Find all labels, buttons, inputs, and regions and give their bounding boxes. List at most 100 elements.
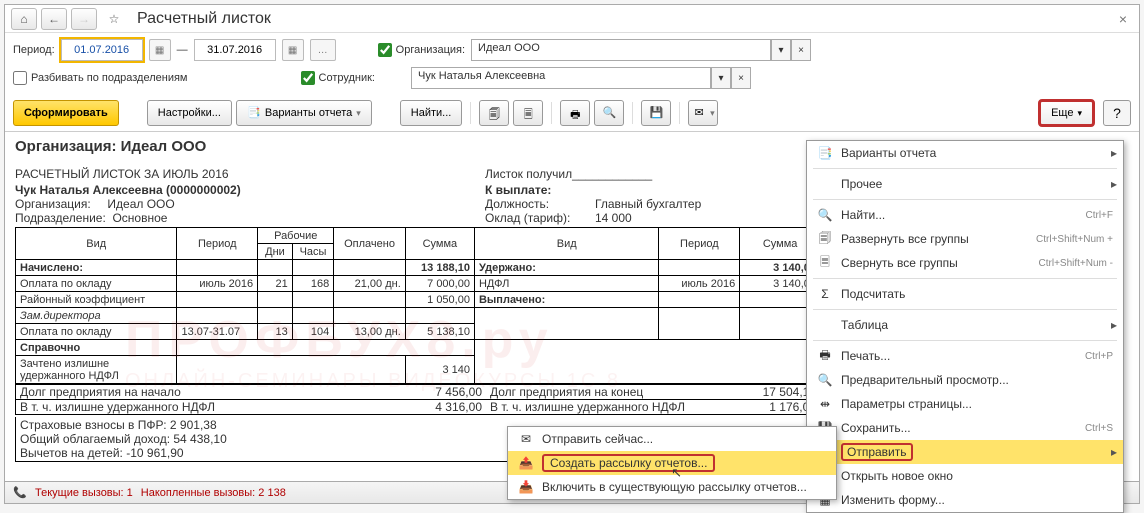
r1d: 21 xyxy=(258,276,293,292)
r1s: 7 000,00 xyxy=(405,276,474,292)
collapse-all-button[interactable]: 🗏 xyxy=(513,100,543,126)
r4paid: 13,00 дн. xyxy=(334,324,406,340)
r-sal-lbl: Оклад (тариф): xyxy=(485,211,595,225)
calendar-to-button[interactable]: ▦ xyxy=(282,39,304,61)
org-dropdown-button[interactable]: ▾ xyxy=(771,39,791,61)
variants-button[interactable]: 📑Варианты отчета ▾ xyxy=(236,100,372,126)
r-sal-v: 14 000 xyxy=(595,211,632,225)
collapse-all-icon: 🗏 xyxy=(820,253,830,274)
close-button[interactable]: × xyxy=(1113,11,1133,27)
dd-expand-lbl: Развернуть все группы xyxy=(841,232,969,246)
report-dist-icon: 📤 xyxy=(519,456,534,470)
th-vid-r: Вид xyxy=(474,228,659,260)
more-button[interactable]: Еще ▾ xyxy=(1038,99,1095,127)
chevron-right-icon: ▸ xyxy=(1111,146,1117,160)
dd-preview[interactable]: 🔍Предварительный просмотр... xyxy=(807,368,1123,392)
r1p: июль 2016 xyxy=(177,276,258,292)
titlebar: ⌂ ← → ☆ Расчетный листок × xyxy=(5,5,1139,33)
status-current: Текущие вызовы: 1 xyxy=(35,487,133,499)
dd-newwin[interactable]: ⧉Открыть новое окно xyxy=(807,464,1123,488)
ctx-send-now[interactable]: ✉Отправить сейчас... xyxy=(508,427,836,451)
split-check[interactable]: Разбивать по подразделениям xyxy=(13,71,188,85)
incl2: В т. ч. излишне удержанного НДФЛ xyxy=(490,400,685,414)
r-nach-v: 13 188,10 xyxy=(405,260,474,276)
preview-button[interactable]: 🔍 xyxy=(594,100,624,126)
send-toolbar-button[interactable]: ✉ ▾ xyxy=(688,100,718,126)
th-chasy: Часы xyxy=(292,244,334,260)
star-icon[interactable]: ☆ xyxy=(101,8,127,30)
dd-print[interactable]: 🖶Печать...Ctrl+P xyxy=(807,344,1123,368)
form-button[interactable]: Сформировать xyxy=(13,100,119,126)
print-icon: 🖶 xyxy=(568,106,582,120)
dd-table[interactable]: Таблица▸ xyxy=(807,313,1123,337)
print-button[interactable]: 🖶 xyxy=(560,100,590,126)
th-sum-l: Сумма xyxy=(405,228,474,260)
r-dep-v: Основное xyxy=(112,211,167,225)
cursor-icon: ↖ xyxy=(671,465,682,481)
dd-page-lbl: Параметры страницы... xyxy=(841,397,972,411)
period-to-input[interactable] xyxy=(194,39,276,61)
forward-button[interactable]: → xyxy=(71,8,97,30)
dd-calc[interactable]: ΣПодсчитать xyxy=(807,282,1123,306)
ctx-create-dist[interactable]: 📤Создать рассылку отчетов...↖ xyxy=(508,451,836,475)
emp-name: Чук Наталья Алексеевна (0000000002) xyxy=(15,183,485,197)
emp-label: Сотрудник: xyxy=(319,72,376,84)
dd-collapse[interactable]: 🗏Свернуть все группыCtrl+Shift+Num - xyxy=(807,251,1123,275)
incl1: В т. ч. излишне удержанного НДФЛ xyxy=(20,400,215,414)
r4l: Оплата по окладу xyxy=(16,324,177,340)
dd-expand-k: Ctrl+Shift+Num + xyxy=(1036,234,1113,245)
chevron-right-icon: ▸ xyxy=(1111,318,1117,332)
th-period-r: Период xyxy=(659,228,740,260)
save-icon: 💾 xyxy=(649,106,663,120)
org-clear-button[interactable]: × xyxy=(791,39,811,61)
home-button[interactable]: ⌂ xyxy=(11,8,37,30)
search-icon: 🔍 xyxy=(818,208,833,222)
r-zach: Зачтено излишне удержанного НДФЛ xyxy=(16,356,177,384)
dd-find[interactable]: 🔍Найти...Ctrl+F xyxy=(807,203,1123,227)
period-ellipsis-button[interactable]: … xyxy=(310,39,336,61)
dd-page[interactable]: ⇹Параметры страницы... xyxy=(807,392,1123,416)
settings-button[interactable]: Настройки... xyxy=(147,100,232,126)
period-label: Период: xyxy=(13,44,55,56)
dd-print-k: Ctrl+P xyxy=(1085,351,1113,362)
dd-variants[interactable]: 📑Варианты отчета▸ xyxy=(807,141,1123,165)
back-button[interactable]: ← xyxy=(41,8,67,30)
dd-save[interactable]: 💾Сохранить...Ctrl+S xyxy=(807,416,1123,440)
emp-check[interactable]: Сотрудник: xyxy=(301,71,376,85)
find-button[interactable]: Найти... xyxy=(400,100,463,126)
dd-form[interactable]: ▦Изменить форму... xyxy=(807,488,1123,512)
report-include-icon: 📥 xyxy=(519,480,534,494)
save-button[interactable]: 💾 xyxy=(641,100,671,126)
dd-other[interactable]: Прочее▸ xyxy=(807,172,1123,196)
calendar-from-button[interactable]: ▦ xyxy=(149,39,171,61)
ctx-i3-label: Включить в существующую рассылку отчетов… xyxy=(542,480,807,494)
org-check[interactable]: Организация: xyxy=(378,43,465,57)
ctx-i2-label: Создать рассылку отчетов... xyxy=(542,454,715,472)
dd-send-lbl: Отправить xyxy=(841,443,913,461)
emp-clear-button[interactable]: × xyxy=(731,67,751,89)
print-mini-icon: 🖶 xyxy=(819,346,830,367)
emp-select[interactable]: Чук Наталья Алексеевна ▾ × xyxy=(411,67,751,89)
debt-begin: Долг предприятия на начало xyxy=(20,385,181,399)
expand-all-icon: 🗐 xyxy=(819,229,831,250)
r4d: 13 xyxy=(258,324,293,340)
emp-dropdown-button[interactable]: ▾ xyxy=(711,67,731,89)
r-ud: Удержано: xyxy=(474,260,659,276)
dd-newwin-lbl: Открыть новое окно xyxy=(841,469,953,483)
dd-calc-lbl: Подсчитать xyxy=(841,287,905,301)
r-sprav: Справочно xyxy=(16,340,177,356)
th-period-l: Период xyxy=(177,228,258,260)
help-button[interactable]: ? xyxy=(1103,100,1131,126)
variants-mini-icon: 📑 xyxy=(818,146,833,160)
dd-send[interactable]: ✉Отправить▸ xyxy=(807,440,1123,464)
dd-expand[interactable]: 🗐 Развернуть все группы Ctrl+Shift+Num + xyxy=(807,227,1123,251)
r-org-lbl: Организация: xyxy=(15,197,91,211)
expand-all-button[interactable]: 🗐 xyxy=(479,100,509,126)
org-select[interactable]: Идеал ООО ▾ × xyxy=(471,39,811,61)
dd-find-k: Ctrl+F xyxy=(1086,210,1114,221)
org-label: Организация: xyxy=(396,44,465,56)
period-from-input[interactable] xyxy=(61,39,143,61)
chevron-right-icon: ▸ xyxy=(1111,445,1117,459)
r1rp: июль 2016 xyxy=(659,276,740,292)
r-dep-lbl: Подразделение: xyxy=(15,211,106,225)
